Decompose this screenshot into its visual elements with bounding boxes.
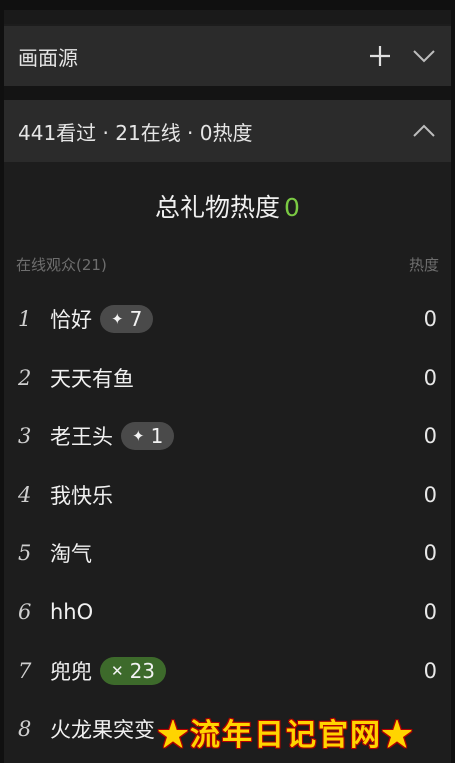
chevron-up-icon bbox=[413, 124, 435, 137]
top-strip bbox=[4, 0, 451, 10]
fan-level-value: 23 bbox=[129, 658, 156, 683]
audience-column-header: 在线观众(21) 热度 bbox=[16, 254, 439, 275]
rank-number: 4 bbox=[18, 482, 32, 507]
audience-panel: 总礼物热度 0 在线观众(21) 热度 1 恰好 ✦ 7 0 2 天天有鱼 0 3 老王头 ✦ 1 0 4 我… bbox=[4, 162, 451, 763]
viewer-name[interactable]: 天天有鱼 bbox=[50, 363, 134, 393]
sparkle-icon: ✦ bbox=[111, 310, 124, 328]
watermark: ★流年日记官网★ bbox=[158, 718, 414, 753]
plus-icon bbox=[370, 46, 390, 66]
viewer-name[interactable]: hhO bbox=[50, 600, 93, 624]
rank-number: 2 bbox=[18, 365, 32, 390]
add-source-button[interactable] bbox=[367, 43, 393, 69]
fan-level-badge: ✕ 23 bbox=[100, 656, 167, 685]
viewer-name[interactable]: 火龙果突变 bbox=[50, 714, 155, 744]
sparkle-cross-icon: ✕ bbox=[111, 661, 124, 680]
audience-row[interactable]: 5 淘气 0 bbox=[4, 524, 451, 582]
viewer-name[interactable]: 恰好 bbox=[50, 304, 92, 334]
source-section-title: 画面源 bbox=[18, 45, 78, 70]
viewer-heat: 0 bbox=[423, 658, 437, 683]
rank-number: 8 bbox=[18, 717, 32, 742]
total-gift-heat-value: 0 bbox=[284, 193, 300, 222]
fan-level-value: 1 bbox=[150, 424, 164, 449]
fan-level-badge: ✦ 7 bbox=[100, 305, 154, 333]
top-strip-inner bbox=[4, 10, 451, 24]
audience-row[interactable]: 4 我快乐 0 bbox=[4, 466, 451, 524]
online-audience-header: 在线观众(21) bbox=[16, 256, 107, 274]
rank-number: 7 bbox=[18, 658, 32, 683]
audience-row[interactable]: 1 恰好 ✦ 7 0 bbox=[4, 290, 451, 348]
stats-section-header[interactable]: 441看过 · 21在线 · 0热度 bbox=[4, 100, 451, 162]
total-gift-heat: 总礼物热度 0 bbox=[4, 188, 451, 224]
rank-number: 6 bbox=[18, 600, 32, 624]
live-stats-sidebar: 画面源 441看过 · 21在线 · 0热度 总礼物热度 0 在线观众(21) … bbox=[4, 0, 451, 763]
rank-number: 1 bbox=[18, 307, 32, 331]
chevron-down-icon bbox=[413, 50, 435, 63]
viewer-heat: 0 bbox=[423, 424, 437, 449]
rank-number: 5 bbox=[18, 541, 32, 566]
viewer-heat: 0 bbox=[423, 307, 437, 331]
viewer-heat: 0 bbox=[423, 541, 437, 566]
viewer-name[interactable]: 老王头 bbox=[50, 421, 113, 451]
viewer-heat: 0 bbox=[423, 600, 437, 624]
section-divider bbox=[4, 86, 451, 100]
audience-row[interactable]: 2 天天有鱼 0 bbox=[4, 349, 451, 407]
audience-row[interactable]: 7 兜兜 ✕ 23 0 bbox=[4, 642, 451, 700]
audience-row[interactable]: 3 老王头 ✦ 1 0 bbox=[4, 407, 451, 465]
fan-level-badge: ✦ 1 bbox=[121, 422, 175, 451]
viewer-name[interactable]: 淘气 bbox=[50, 538, 92, 568]
fan-level-value: 7 bbox=[129, 307, 143, 331]
source-section-header[interactable]: 画面源 bbox=[4, 26, 451, 86]
total-gift-heat-label: 总礼物热度 bbox=[155, 193, 281, 222]
viewer-name[interactable]: 我快乐 bbox=[50, 480, 113, 510]
collapse-stats-button[interactable] bbox=[411, 118, 437, 144]
rank-number: 3 bbox=[18, 424, 32, 449]
viewer-heat: 0 bbox=[423, 482, 437, 507]
stats-summary: 441看过 · 21在线 · 0热度 bbox=[18, 120, 253, 145]
viewer-heat: 0 bbox=[423, 365, 437, 390]
heat-column-header: 热度 bbox=[408, 256, 439, 274]
sparkle-icon: ✦ bbox=[132, 427, 145, 446]
expand-source-button[interactable] bbox=[411, 43, 437, 69]
audience-row[interactable]: 6 hhO 0 bbox=[4, 583, 451, 641]
viewer-name[interactable]: 兜兜 bbox=[50, 656, 92, 686]
